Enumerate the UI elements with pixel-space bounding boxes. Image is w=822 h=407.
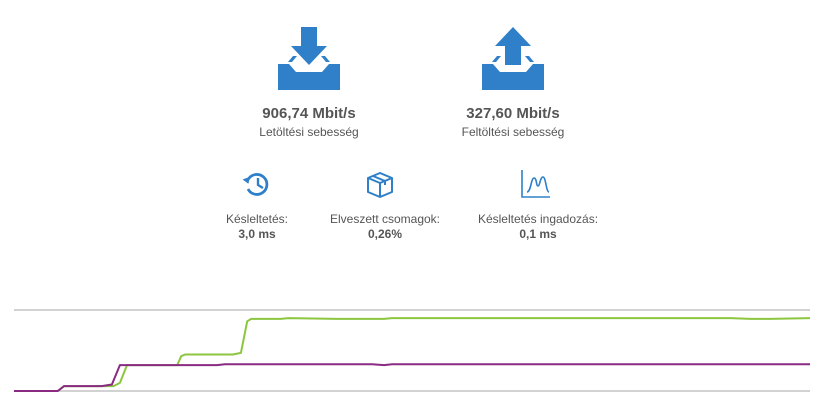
download-speed-line bbox=[14, 317, 811, 392]
upload-speed-value: 327,60 Mbit/s bbox=[466, 105, 560, 122]
packet-loss-label: Elveszett csomagok: bbox=[329, 212, 441, 226]
download-tray-icon bbox=[278, 27, 340, 90]
jitter-value: 0,1 ms bbox=[519, 227, 557, 241]
speed-history-chart bbox=[14, 309, 811, 392]
packet-loss-value: 0,26% bbox=[367, 227, 403, 241]
package-icon bbox=[367, 172, 393, 198]
upload-tray-icon bbox=[482, 27, 544, 90]
distribution-chart-icon bbox=[521, 170, 550, 198]
history-icon bbox=[242, 173, 269, 196]
download-speed-value: 906,74 Mbit/s bbox=[262, 105, 356, 122]
download-speed-label: Letöltési sebesség bbox=[259, 125, 359, 139]
upload-speed-label: Feltöltési sebesség bbox=[461, 125, 565, 139]
jitter-label: Késleltetés ingadozás: bbox=[477, 212, 599, 226]
upload-speed-line bbox=[14, 363, 810, 392]
